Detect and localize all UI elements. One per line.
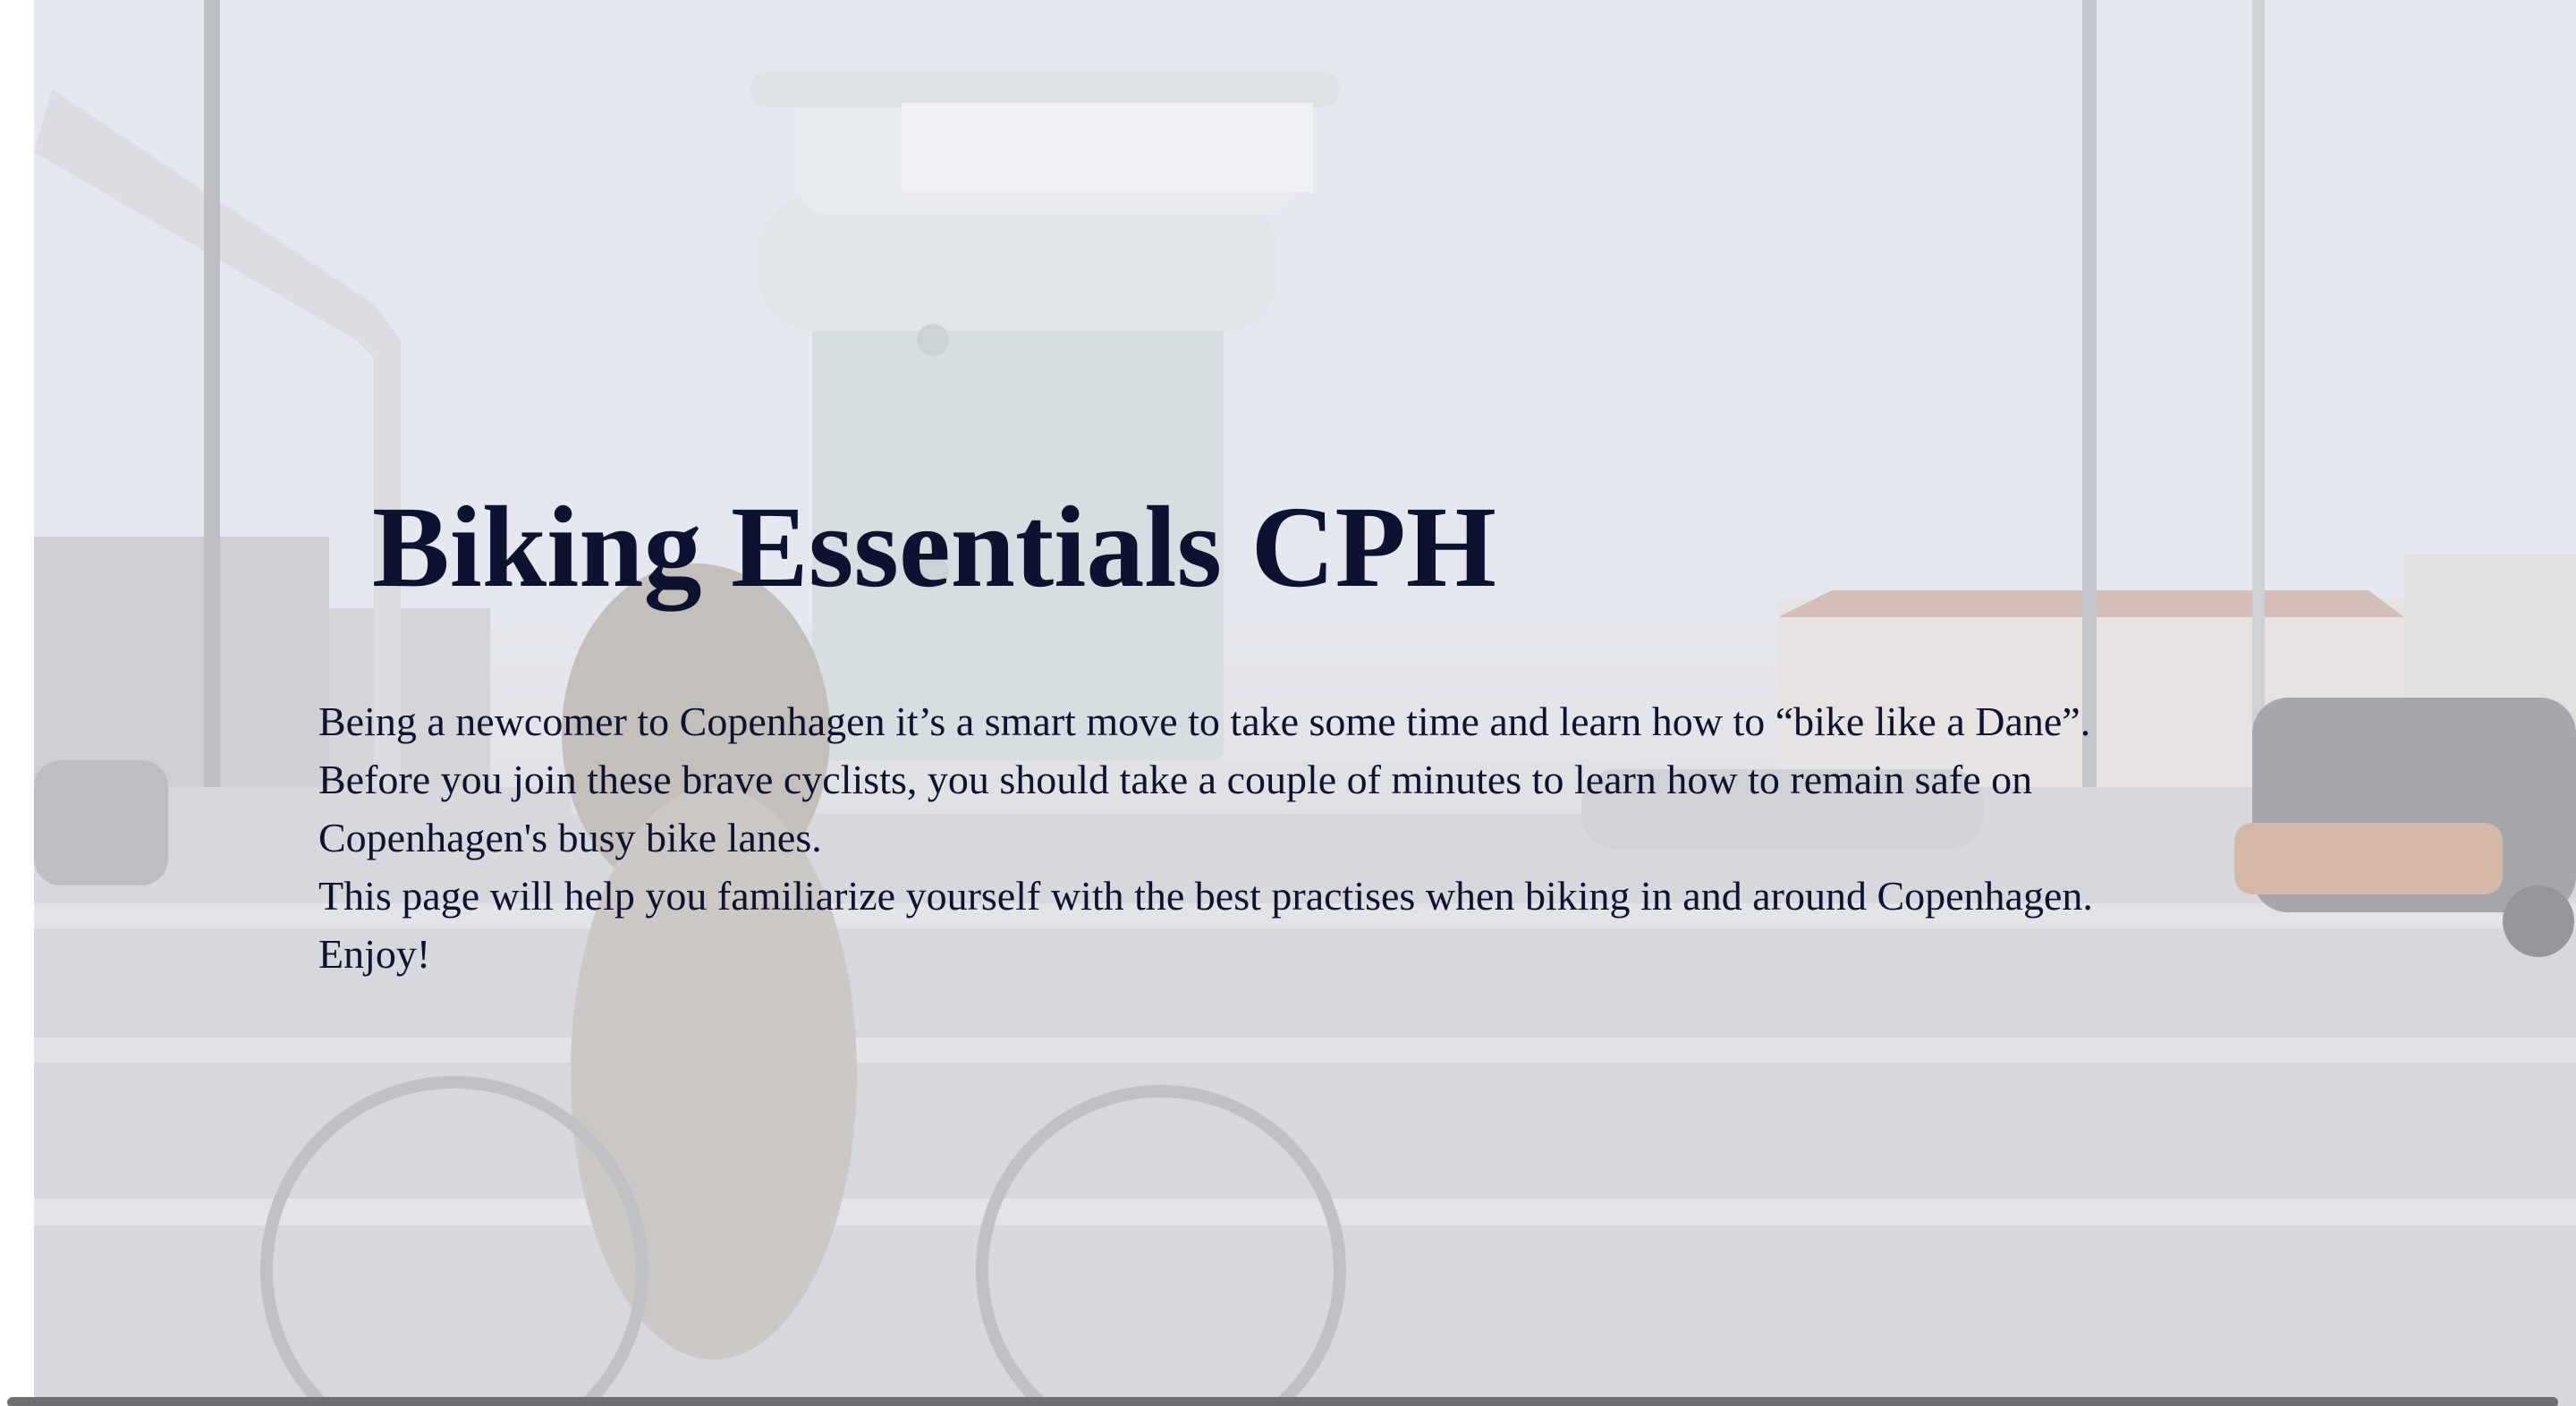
page-margin [0,0,34,1406]
page-title: Biking Essentials CPH [372,483,1496,612]
page-viewport: Biking Essentials CPH Being a newcomer t… [0,0,2576,1406]
scrollbar-thumb[interactable] [7,1397,2558,1406]
hero-content: Biking Essentials CPH Being a newcomer t… [318,483,2206,983]
intro-paragraph: Enjoy! [318,930,431,977]
intro-paragraph: Before you join these brave cyclists, yo… [318,756,2033,860]
intro-text: Being a newcomer to Copenhagen it’s a sm… [318,692,2206,983]
intro-paragraph: Being a newcomer to Copenhagen it’s a sm… [318,698,2091,744]
intro-paragraph: This page will help you familiarize your… [318,872,2093,919]
